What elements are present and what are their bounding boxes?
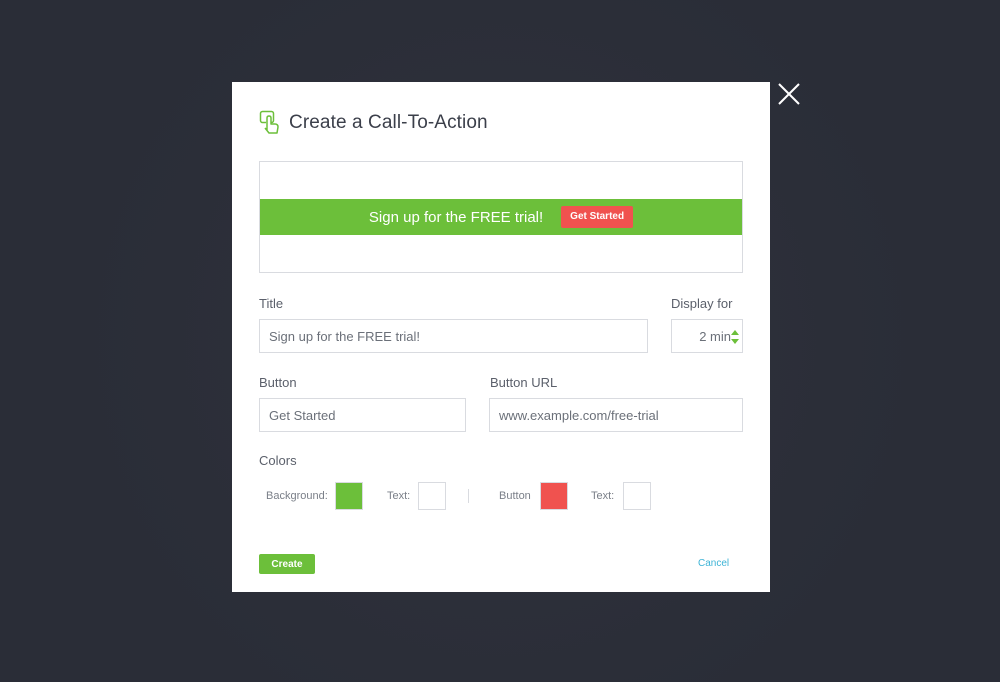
close-icon: [778, 83, 800, 105]
dialog-title: Create a Call-To-Action: [289, 112, 488, 133]
preview-bar: Sign up for the FREE trial! Get Started: [260, 199, 742, 235]
stepper-arrows-icon[interactable]: [731, 330, 739, 344]
button-text-input[interactable]: [259, 398, 466, 432]
display-for-label: Display for: [671, 296, 733, 311]
button-color-label: Button: [499, 490, 531, 502]
color-divider: [468, 489, 469, 503]
button-url-input[interactable]: [489, 398, 743, 432]
cta-preview: Sign up for the FREE trial! Get Started: [259, 161, 743, 273]
close-button[interactable]: [774, 80, 804, 110]
display-duration-stepper[interactable]: 2 min: [671, 319, 743, 353]
cancel-link[interactable]: Cancel: [698, 558, 729, 569]
colors-label: Colors: [259, 453, 297, 468]
button-text-color-label: Text:: [591, 490, 615, 502]
preview-text: Sign up for the FREE trial!: [368, 208, 544, 226]
button-color-swatch[interactable]: [540, 482, 568, 510]
background-color-label: Background:: [266, 490, 328, 502]
text-color-label: Text:: [387, 490, 411, 502]
button-label: Button: [259, 375, 297, 390]
background-color-swatch[interactable]: [335, 482, 363, 510]
button-url-label: Button URL: [490, 375, 558, 390]
button-text-color-swatch[interactable]: [623, 482, 651, 510]
title-label: Title: [259, 296, 284, 311]
title-input[interactable]: [259, 319, 648, 353]
display-duration-value: 2 min: [699, 329, 731, 344]
dialog-header: Create a Call-To-Action: [259, 110, 488, 136]
create-button[interactable]: Create: [259, 554, 315, 574]
preview-button: Get Started: [561, 206, 634, 228]
cta-dialog: Create a Call-To-Action Sign up for the …: [232, 82, 770, 592]
hand-pointer-icon: [259, 110, 279, 134]
text-color-swatch[interactable]: [418, 482, 446, 510]
